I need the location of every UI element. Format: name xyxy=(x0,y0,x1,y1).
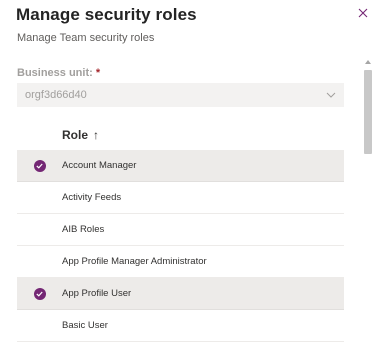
roles-grid: Role ↑ Account Manager Activity Feeds AIB … xyxy=(17,120,344,342)
row-select-cell[interactable] xyxy=(17,150,62,181)
chevron-down-icon xyxy=(326,92,336,98)
table-row[interactable]: AIB Roles xyxy=(17,214,344,246)
row-select-cell[interactable] xyxy=(17,278,62,309)
dialog-title: Manage security roles xyxy=(16,5,197,24)
scrollbar[interactable] xyxy=(362,58,374,348)
scroll-up-arrow-icon[interactable] xyxy=(365,60,371,64)
role-column-header[interactable]: Role ↑ xyxy=(17,120,344,150)
table-row[interactable]: Activity Feeds xyxy=(17,182,344,214)
role-name: Account Manager xyxy=(62,160,137,171)
table-row[interactable]: App Profile User xyxy=(17,278,344,310)
business-unit-value: orgf3d66d40 xyxy=(25,89,87,101)
close-button[interactable] xyxy=(354,4,372,22)
close-icon xyxy=(358,8,368,18)
row-select-cell[interactable] xyxy=(17,246,62,277)
required-marker: * xyxy=(95,67,101,79)
scrollbar-thumb[interactable] xyxy=(364,70,372,154)
checkmark-icon xyxy=(33,159,46,172)
table-row[interactable]: App Profile Manager Administrator xyxy=(17,246,344,278)
row-select-cell[interactable] xyxy=(17,310,62,341)
sort-ascending-icon: ↑ xyxy=(93,128,100,142)
business-unit-dropdown[interactable]: orgf3d66d40 xyxy=(17,83,344,107)
business-unit-label-text: Business unit: xyxy=(17,67,93,79)
role-name: App Profile User xyxy=(62,288,132,299)
role-name: App Profile Manager Administrator xyxy=(62,256,207,267)
roles-list: Account Manager Activity Feeds AIB Roles Ap… xyxy=(17,150,344,342)
dialog-subtitle: Manage Team security roles xyxy=(17,32,155,44)
table-row[interactable]: Account Manager xyxy=(17,150,344,182)
row-select-cell[interactable] xyxy=(17,214,62,245)
table-row[interactable]: Basic User xyxy=(17,310,344,342)
business-unit-label: Business unit: * xyxy=(17,67,100,79)
role-name: AIB Roles xyxy=(62,224,105,235)
checkmark-icon xyxy=(33,287,46,300)
role-column-label: Role xyxy=(62,128,89,142)
row-select-cell[interactable] xyxy=(17,182,62,213)
role-name: Activity Feeds xyxy=(62,192,122,203)
role-name: Basic User xyxy=(62,320,108,331)
